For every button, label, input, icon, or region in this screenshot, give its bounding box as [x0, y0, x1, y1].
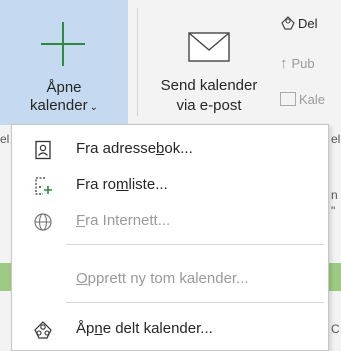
send-calendar-button[interactable]: Send kalender via e-post — [142, 0, 276, 125]
menu-item-label: Opprett ny tom kalender... — [76, 270, 249, 287]
ribbon: Åpne kalender ⌄ Send kalender via e-post … — [0, 0, 341, 125]
share-button[interactable]: Del — [280, 16, 318, 31]
open-calendar-button[interactable]: Åpne kalender ⌄ — [0, 0, 128, 125]
background-text: el — [331, 132, 341, 146]
menu-divider — [66, 302, 324, 303]
background-strip — [0, 263, 11, 291]
background-text: C — [331, 322, 340, 336]
shared-calendar-icon — [34, 321, 52, 339]
calendar-permissions-button[interactable]: Kale — [280, 92, 325, 107]
plus-icon — [41, 22, 85, 66]
menu-item-open-shared-calendar[interactable]: Åpne delt kalender... — [12, 311, 328, 347]
globe-icon — [34, 213, 52, 231]
menu-item-label: Fra romliste... — [76, 176, 168, 193]
ribbon-divider — [137, 8, 138, 116]
room-list-icon — [35, 177, 52, 195]
menu-item-from-internet[interactable]: Fra Internett... — [12, 203, 328, 239]
menu-item-create-blank-calendar[interactable]: Opprett ny tom kalender... — [12, 261, 328, 297]
menu-divider — [66, 244, 324, 245]
background-text: n — [331, 188, 338, 202]
address-book-icon — [35, 140, 51, 160]
menu-item-label: Åpne delt kalender... — [76, 320, 213, 337]
share-icon — [281, 16, 295, 30]
publish-button[interactable]: ↑ Pub — [280, 55, 315, 72]
calendar-search-icon — [280, 92, 296, 106]
envelope-icon — [188, 32, 230, 62]
menu-item-from-address-book[interactable]: Fra adressebok... — [12, 131, 328, 167]
send-calendar-label-2: via e-post — [176, 97, 242, 114]
open-calendar-label-2: kalender ⌄ — [30, 97, 98, 114]
menu-item-label: Fra adressebok... — [76, 140, 193, 157]
background-strip — [329, 263, 341, 291]
arrow-up-icon: ↑ — [280, 55, 288, 72]
background-text: " — [331, 204, 336, 218]
background-text: el — [0, 132, 10, 146]
send-calendar-label: Send kalender — [160, 77, 258, 94]
menu-item-label: Fra Internett... — [76, 212, 171, 229]
menu-item-from-room-list[interactable]: Fra romliste... — [12, 167, 328, 203]
open-calendar-menu: Fra adressebok... Fra romliste... Fra In… — [11, 124, 329, 351]
open-calendar-label: Åpne — [46, 79, 82, 96]
chevron-down-icon: ⌄ — [89, 102, 98, 113]
